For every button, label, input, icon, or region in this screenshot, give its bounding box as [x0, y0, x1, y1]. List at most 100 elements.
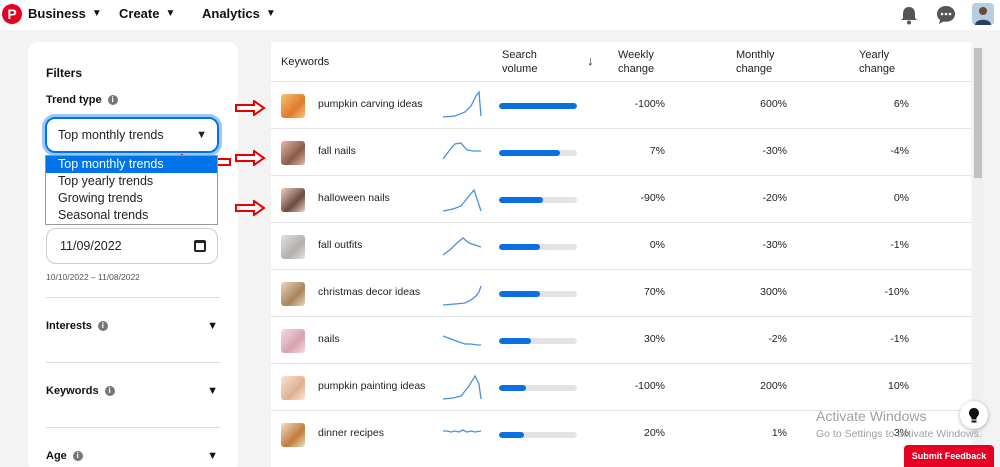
trend-sparkline — [442, 188, 482, 212]
table-row[interactable]: fall outfits 0% -30% -1% — [271, 222, 971, 269]
trend-sparkline — [442, 335, 481, 346]
info-icon[interactable]: i — [72, 451, 83, 461]
avatar[interactable] — [972, 3, 994, 25]
search-volume-bar — [499, 197, 577, 203]
info-icon[interactable]: i — [104, 386, 115, 396]
search-volume-bar — [499, 150, 577, 156]
nav-analytics[interactable]: Analytics ▼ — [202, 6, 276, 21]
trend-sparkline — [442, 90, 482, 118]
dropdown-option-top-monthly[interactable]: Top monthly trends — [46, 156, 217, 173]
trends-table: Keywords Search volume ↓ Weekly change M… — [271, 42, 971, 467]
chevron-down-icon: ▼ — [265, 8, 276, 19]
yearly-change-value: 10% — [887, 380, 909, 392]
weekly-change-value: -100% — [634, 380, 665, 392]
interests-label: Interests — [46, 320, 92, 332]
nav-create-label: Create — [119, 6, 160, 21]
header-keywords: Keywords — [281, 56, 330, 68]
chevron-down-icon[interactable]: ▼ — [207, 385, 218, 397]
keyword-thumbnail — [281, 376, 305, 400]
dropdown-option-top-yearly[interactable]: Top yearly trends — [46, 173, 217, 190]
search-volume-fill — [499, 385, 527, 391]
monthly-change-value: 600% — [760, 98, 787, 110]
monthly-change-value: -30% — [762, 145, 787, 157]
nav-analytics-label: Analytics — [202, 6, 260, 21]
search-volume-bar — [499, 385, 577, 391]
table-row[interactable]: pumpkin painting ideas -100% 200% 10% — [271, 363, 971, 410]
submit-feedback-button[interactable]: Submit Feedback — [904, 445, 994, 467]
keyword-name[interactable]: pumpkin carving ideas — [318, 98, 422, 110]
top-nav: P Business ▼ Create ▼ Analytics ▼ — [0, 0, 1000, 30]
trend-sparkline — [443, 429, 482, 433]
chevron-down-icon: ▼ — [91, 8, 102, 19]
pinterest-logo[interactable]: P — [2, 4, 22, 24]
keyword-name[interactable]: fall nails — [318, 145, 356, 157]
table-row[interactable]: nails 30% -2% -1% — [271, 316, 971, 363]
keyword-name[interactable]: nails — [318, 333, 340, 345]
monthly-change-value: -30% — [762, 239, 787, 251]
header-weekly-change[interactable]: Weekly change — [618, 48, 654, 76]
table-row[interactable]: pumpkin carving ideas -100% 600% 6% — [271, 81, 971, 128]
filters-title: Filters — [46, 66, 83, 80]
keyword-name[interactable]: christmas decor ideas — [318, 286, 420, 298]
header-search-volume[interactable]: Search volume — [502, 48, 537, 76]
dropdown-option-seasonal[interactable]: Seasonal trends — [46, 207, 217, 224]
dropdown-option-growing[interactable]: Growing trends — [46, 190, 217, 207]
keyword-thumbnail — [281, 423, 305, 447]
messages-icon[interactable] — [935, 4, 957, 26]
search-volume-fill — [499, 338, 531, 344]
divider — [46, 362, 220, 363]
nav-business[interactable]: Business ▼ — [28, 6, 102, 21]
interests-section[interactable]: Interests i — [46, 320, 108, 332]
search-volume-bar — [499, 244, 577, 250]
calendar-icon[interactable] — [194, 240, 206, 252]
scrollbar-thumb[interactable] — [974, 48, 982, 178]
nav-business-label: Business — [28, 6, 86, 21]
monthly-change-value: -2% — [768, 333, 787, 345]
weekly-change-value: -90% — [640, 192, 665, 204]
monthly-change-value: 200% — [760, 380, 787, 392]
keyword-name[interactable]: dinner recipes — [318, 427, 384, 439]
keyword-name[interactable]: fall outfits — [318, 239, 362, 251]
trend-type-label: Trend type — [46, 94, 102, 106]
yearly-change-value: 6% — [893, 98, 909, 110]
yearly-change-value: -10% — [884, 286, 909, 298]
lightbulb-icon[interactable] — [960, 401, 988, 429]
yearly-change-value: 0% — [893, 192, 909, 204]
header-yearly-change[interactable]: Yearly change — [859, 48, 895, 76]
annotation-arrow-icon — [235, 150, 266, 166]
keyword-name[interactable]: pumpkin painting ideas — [318, 380, 425, 392]
nav-create[interactable]: Create ▼ — [119, 6, 175, 21]
weekly-change-value: 7% — [649, 145, 665, 157]
search-volume-fill — [499, 432, 524, 438]
table-row[interactable]: fall nails 7% -30% -4% — [271, 128, 971, 175]
chevron-down-icon[interactable]: ▼ — [207, 320, 218, 332]
bell-icon[interactable] — [898, 4, 920, 26]
info-icon[interactable]: i — [107, 95, 118, 105]
monthly-change-value: -20% — [762, 192, 787, 204]
annotation-arrow-icon — [235, 100, 266, 116]
info-icon[interactable]: i — [97, 321, 108, 331]
trend-type-dropdown: Top monthly trends Top yearly trends Gro… — [45, 155, 218, 225]
date-field[interactable]: 11/09/2022 — [46, 228, 218, 264]
annotation-arrow-icon — [235, 200, 266, 216]
chevron-down-icon[interactable]: ▼ — [207, 450, 218, 462]
trend-sparkline — [442, 142, 481, 160]
weekly-change-value: 0% — [649, 239, 665, 251]
trend-type-select[interactable]: Top monthly trends ▼ — [45, 117, 219, 153]
header-weekly-line1: Weekly — [618, 49, 654, 61]
age-section[interactable]: Age i — [46, 450, 83, 462]
header-monthly-line2: change — [736, 63, 773, 75]
trend-sparkline — [442, 285, 482, 306]
yearly-change-value: -1% — [890, 333, 909, 345]
table-row[interactable]: halloween nails -90% -20% 0% — [271, 175, 971, 222]
header-monthly-change[interactable]: Monthly change — [736, 48, 775, 76]
keywords-section[interactable]: Keywords i — [46, 385, 115, 397]
search-volume-fill — [499, 244, 541, 250]
table-row[interactable]: christmas decor ideas 70% 300% -10% — [271, 269, 971, 316]
keyword-name[interactable]: halloween nails — [318, 192, 390, 204]
sort-arrow-icon[interactable]: ↓ — [587, 54, 594, 68]
keyword-thumbnail — [281, 329, 305, 353]
header-yearly-line1: Yearly — [859, 49, 890, 61]
keyword-thumbnail — [281, 235, 305, 259]
search-volume-bar — [499, 103, 577, 109]
